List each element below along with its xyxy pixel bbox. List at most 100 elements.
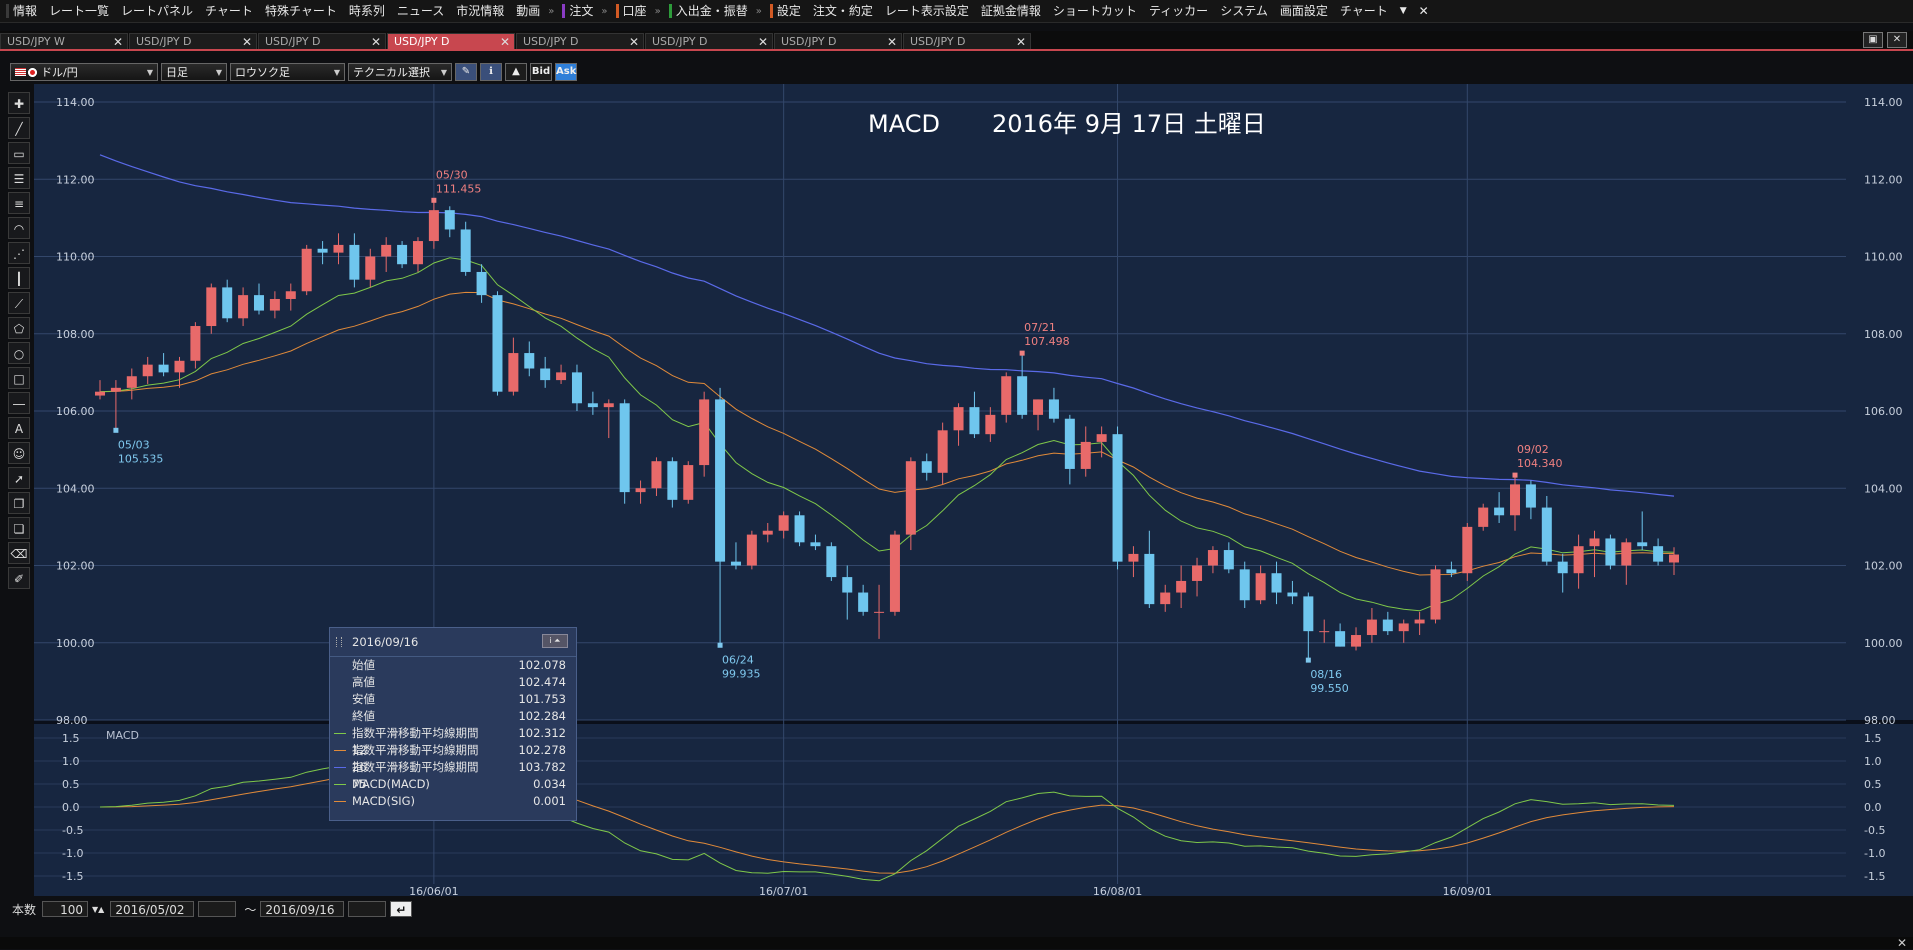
- info-icon[interactable]: ℹ: [480, 63, 502, 81]
- chart-tab[interactable]: USD/JPY D ✕: [129, 33, 257, 49]
- crosshair-icon[interactable]: ✚: [8, 92, 30, 114]
- price-chart[interactable]: 114.00 114.00 112.00 112.00 110.00 110.00 108.…: [34, 84, 1913, 896]
- menu-overflow-icon[interactable]: »: [754, 6, 764, 17]
- menu-item[interactable]: レート一覧: [43, 0, 115, 22]
- tab-close-icon[interactable]: ✕: [758, 34, 768, 50]
- menu-overflow-icon[interactable]: »: [653, 6, 663, 17]
- to-date-field[interactable]: 2016/09/16: [260, 901, 345, 917]
- tab-close-icon[interactable]: ✕: [371, 34, 381, 50]
- menu-more-icon[interactable]: ▼: [1394, 0, 1413, 22]
- data-window-header[interactable]: 2016/09/16 i ⏶: [330, 628, 576, 657]
- candle-body: [476, 271, 487, 296]
- chart-type-select[interactable]: ロウソク足 ▼: [230, 63, 345, 81]
- menu-item[interactable]: ショートカット: [1047, 0, 1143, 22]
- menu-item[interactable]: システム: [1214, 0, 1274, 22]
- data-window[interactable]: 2016/09/16 i ⏶ 始値 102.078 高値 102.474 安値 101.7…: [329, 627, 577, 821]
- menu-item[interactable]: 入出金・振替: [663, 0, 754, 22]
- tab-close-icon[interactable]: ✕: [242, 34, 252, 50]
- fan-lines-icon[interactable]: ⋰: [8, 242, 30, 264]
- chart-tab[interactable]: USD/JPY D ✕: [903, 33, 1031, 49]
- rectangle-icon[interactable]: □: [8, 367, 30, 389]
- text-icon[interactable]: A: [8, 417, 30, 439]
- menu-overflow-icon[interactable]: »: [599, 6, 609, 17]
- menu-item[interactable]: 画面設定: [1274, 0, 1334, 22]
- chart-tab[interactable]: USD/JPY D ✕: [387, 33, 515, 49]
- menu-item-label: レートパネル: [121, 4, 194, 18]
- info-collapse-icon[interactable]: i ⏶: [542, 634, 568, 648]
- menu-item[interactable]: 設定: [764, 0, 807, 22]
- menu-item[interactable]: 市況情報: [450, 0, 510, 22]
- menu-color-mark: [562, 4, 566, 18]
- menu-item[interactable]: ニュース: [391, 0, 450, 22]
- pentagon-icon[interactable]: ⬠: [8, 317, 30, 339]
- menu-item[interactable]: 注文・約定: [807, 0, 879, 22]
- from-date-field[interactable]: 2016/05/02: [110, 901, 195, 917]
- tab-close-icon[interactable]: ✕: [500, 34, 510, 50]
- eraser-icon[interactable]: ⌫: [8, 542, 30, 564]
- period-select[interactable]: 日足 ▼: [161, 63, 227, 81]
- chart-tab[interactable]: USD/JPY W ✕: [0, 33, 128, 49]
- restore-window-icon[interactable]: ▣: [1863, 32, 1883, 48]
- menu-item[interactable]: 時系列: [343, 0, 391, 22]
- menu-item[interactable]: チャート: [199, 0, 259, 22]
- close-window-icon[interactable]: ✕: [1887, 32, 1907, 48]
- tab-close-icon[interactable]: ✕: [887, 34, 897, 50]
- menu-overflow-icon[interactable]: »: [546, 6, 556, 17]
- menu-item[interactable]: 注文: [556, 0, 599, 22]
- menu-item[interactable]: 情報: [0, 0, 43, 22]
- count-field[interactable]: 100: [42, 901, 89, 917]
- tab-close-icon[interactable]: ✕: [629, 34, 639, 50]
- chart-tab[interactable]: USD/JPY D ✕: [258, 33, 386, 49]
- menu-item[interactable]: 特殊チャート: [259, 0, 343, 22]
- chart-tab[interactable]: USD/JPY D ✕: [774, 33, 902, 49]
- extreme-price-label: 99.550: [1310, 682, 1349, 695]
- menu-item[interactable]: 口座: [610, 0, 653, 22]
- paste-icon[interactable]: ❏: [8, 517, 30, 539]
- line-icon[interactable]: ―: [8, 392, 30, 414]
- chart-panel[interactable]: 114.00 114.00 112.00 112.00 110.00 110.00 108.…: [34, 84, 1913, 896]
- pointer-icon[interactable]: ➚: [8, 467, 30, 489]
- tab-close-icon[interactable]: ✕: [1016, 34, 1026, 50]
- menu-item[interactable]: 証拠金情報: [975, 0, 1047, 22]
- count-stepper[interactable]: ▼▲: [92, 905, 104, 914]
- bid-button[interactable]: Bid: [530, 63, 552, 81]
- technical-select-button[interactable]: テクニカル選択 ▼: [348, 63, 452, 81]
- ruler-icon[interactable]: ▭: [8, 142, 30, 164]
- return-icon[interactable]: ↵: [390, 901, 413, 917]
- candle-body: [397, 244, 408, 265]
- erase-all-icon[interactable]: ✐: [8, 567, 30, 589]
- candle-body: [1669, 554, 1679, 563]
- trendline-icon[interactable]: ╱: [8, 117, 30, 139]
- chart-tab[interactable]: USD/JPY D ✕: [645, 33, 773, 49]
- candle-body: [1033, 399, 1044, 415]
- fibonacci-arc-icon[interactable]: ◠: [8, 217, 30, 239]
- data-window-row: 指数平滑移動平均線期間12 102.312: [330, 725, 576, 757]
- currency-pair-select[interactable]: ドル/円 ▼: [10, 63, 158, 81]
- horizontal-line-icon[interactable]: ☰: [8, 167, 30, 189]
- menu-item[interactable]: レート表示設定: [879, 0, 975, 22]
- pencil-icon[interactable]: ✎: [455, 63, 477, 81]
- extreme-date-label: 05/03: [118, 438, 150, 451]
- vertical-lines-icon[interactable]: ┃: [8, 267, 30, 289]
- pitchfork-icon[interactable]: ⟋: [8, 292, 30, 314]
- menu-item[interactable]: ティッカー: [1143, 0, 1214, 22]
- candle-body: [571, 372, 582, 404]
- menu-item[interactable]: 動画: [510, 0, 546, 22]
- area-chart-icon[interactable]: ▲: [505, 63, 527, 81]
- circle-icon[interactable]: ○: [8, 342, 30, 364]
- y-tick-label-right: 110.00: [1864, 251, 1903, 264]
- ema26-line: [99, 291, 1675, 576]
- chart-tab[interactable]: USD/JPY D ✕: [516, 33, 644, 49]
- from-time-field[interactable]: [198, 901, 237, 917]
- menu-item[interactable]: チャート: [1334, 0, 1394, 22]
- drag-grip-icon[interactable]: [336, 637, 342, 647]
- ask-button[interactable]: Ask: [555, 63, 578, 81]
- tab-close-icon[interactable]: ✕: [113, 34, 123, 50]
- menu-item[interactable]: レートパネル: [115, 0, 199, 22]
- emoji-icon[interactable]: ☺: [8, 442, 30, 464]
- to-time-field[interactable]: [348, 901, 387, 917]
- menu-close-icon[interactable]: ✕: [1413, 0, 1435, 22]
- close-icon[interactable]: ✕: [1897, 936, 1907, 950]
- parallel-lines-icon[interactable]: ≡: [8, 192, 30, 214]
- copy-icon[interactable]: ❐: [8, 492, 30, 514]
